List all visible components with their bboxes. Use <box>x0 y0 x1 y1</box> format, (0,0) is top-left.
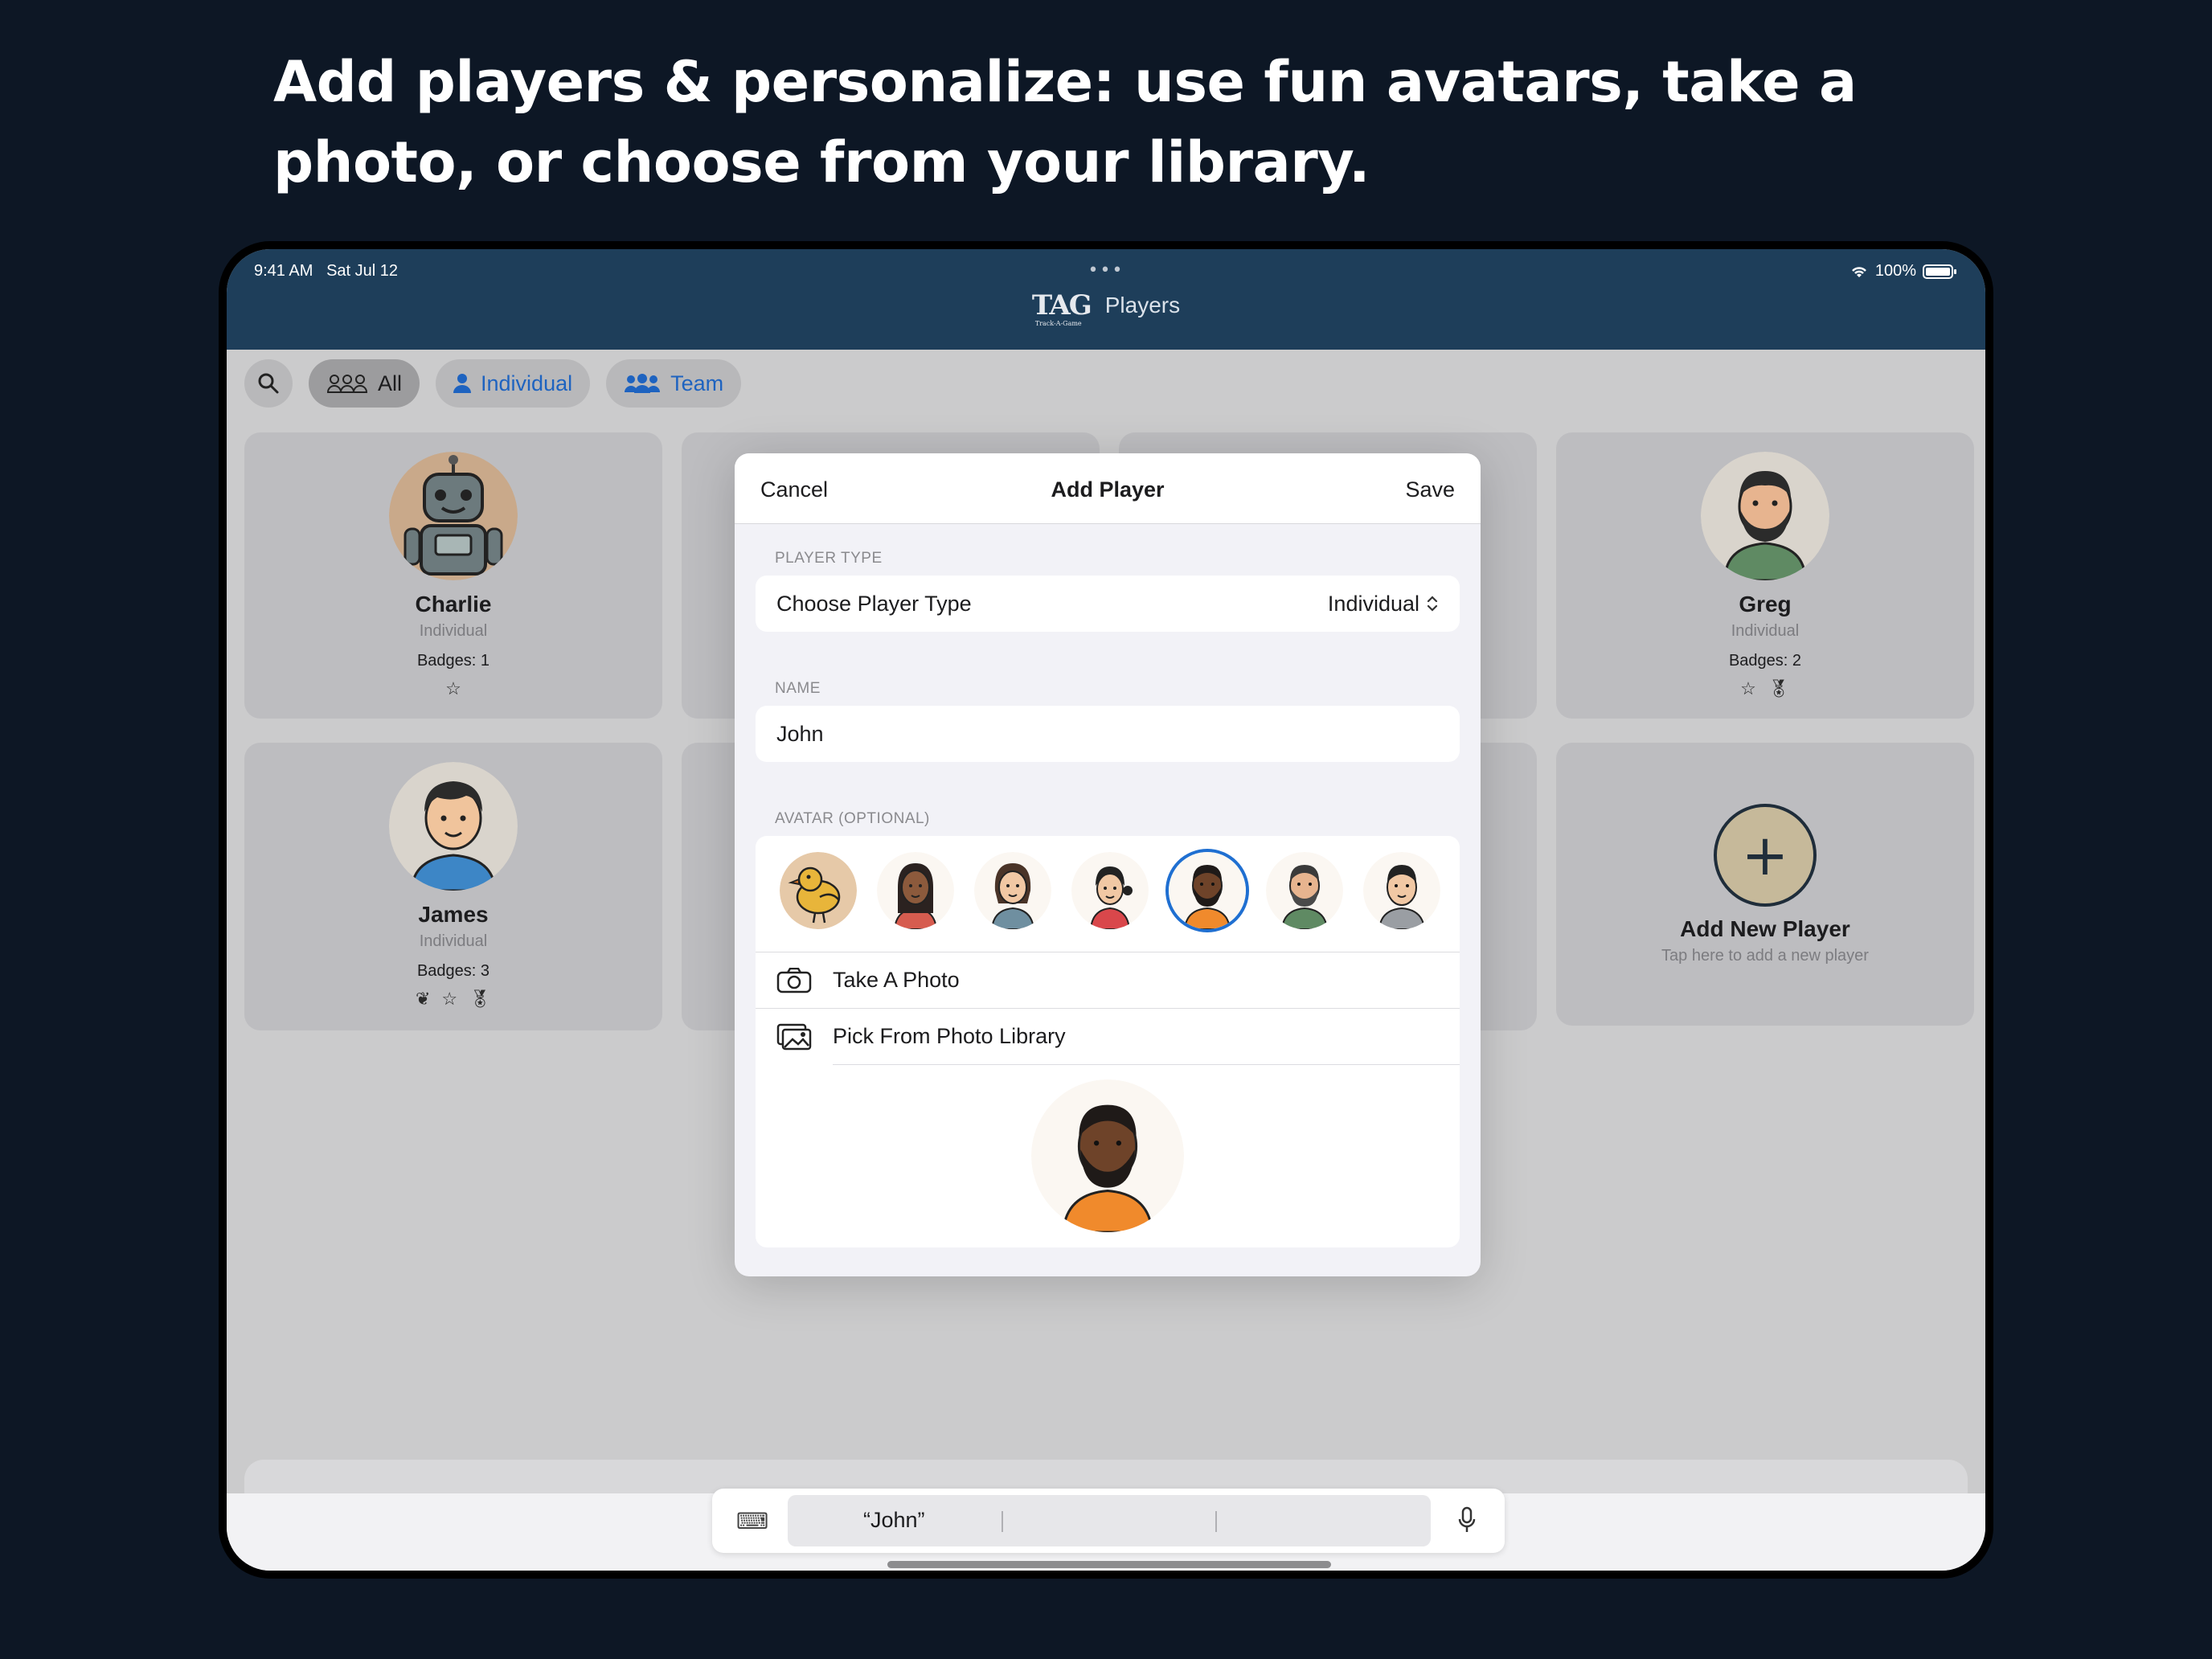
modal-header: Cancel Add Player Save <box>735 453 1481 524</box>
player-type: Individual <box>419 932 488 950</box>
add-player-subtitle: Tap here to add a new player <box>1661 947 1869 965</box>
player-name: Charlie <box>415 592 492 616</box>
player-type-group: Choose Player Type Individual <box>756 576 1460 632</box>
player-card[interactable]: Greg Individual Badges: 2 ☆ 🏅︎ <box>1556 432 1974 719</box>
microphone-icon[interactable] <box>1458 1506 1476 1534</box>
add-player-modal: Cancel Add Player Save PLAYER TYPE Choos… <box>735 453 1481 1276</box>
player-badges: Badges: 1 <box>416 652 490 670</box>
half-star-badge-icon: ☆ <box>1740 678 1756 698</box>
player-type: Individual <box>419 622 488 640</box>
ipad-frame: 9:41 AM Sat Jul 12 ••• 100% TAG Track-A-G… <box>219 241 1993 1579</box>
status-indicators: 100% <box>1849 262 1956 281</box>
chevron-up-down-icon <box>1427 596 1438 612</box>
avatar-header: AVATAR (OPTIONAL) <box>775 810 930 827</box>
battery-percent: 100% <box>1874 262 1916 280</box>
player-badges: Badges: 3 <box>416 962 490 980</box>
bearded-man-avatar-icon <box>1701 452 1829 580</box>
player-card[interactable]: Charlie Individual Badges: 1 ☆ <box>244 432 662 719</box>
avatar <box>389 762 518 891</box>
avatar <box>1701 452 1829 580</box>
avatar-group: Take A Photo Pick From Photo Library <box>756 836 1460 1247</box>
avatar-option-man-beard-selected[interactable] <box>1169 852 1246 929</box>
avatar-option-man-gray-beard[interactable] <box>1266 852 1343 929</box>
player-type-label: Choose Player Type <box>776 591 972 616</box>
bearded-man-avatar-icon <box>1266 852 1343 929</box>
wifi-icon <box>1851 266 1866 277</box>
home-indicator[interactable] <box>887 1561 1331 1568</box>
pick-library-row[interactable]: Pick From Photo Library <box>756 1008 1460 1064</box>
player-name: James <box>418 902 489 927</box>
bird-avatar-icon <box>780 852 857 929</box>
filter-bar: All Individual Team <box>244 359 742 408</box>
filter-individual[interactable]: Individual <box>436 359 591 408</box>
man-avatar-icon <box>1363 852 1440 929</box>
save-button[interactable]: Save <box>1405 477 1455 502</box>
pick-library-label: Pick From Photo Library <box>833 1024 1066 1048</box>
player-badges: Badges: 2 <box>1728 652 1802 670</box>
add-new-player-card[interactable]: + Add New Player Tap here to add a new p… <box>1556 743 1974 1026</box>
boy-avatar-icon <box>389 762 518 891</box>
name-header: NAME <box>775 680 821 697</box>
headline: Add players & personalize: use fun avata… <box>273 49 1857 195</box>
page-title: Players <box>1104 293 1181 317</box>
name-group: John <box>756 706 1460 762</box>
suggestion-item[interactable]: “John” <box>863 1508 925 1533</box>
app-logo: TAG Track-A-Game <box>1031 289 1092 327</box>
avatar-picker <box>756 836 1460 952</box>
keyboard-suggestion-bar: ⌨ “John” <box>712 1489 1505 1553</box>
avatar-option-girl[interactable] <box>1071 852 1149 929</box>
take-photo-label: Take A Photo <box>833 968 960 992</box>
avatar-option-woman-light[interactable] <box>974 852 1051 929</box>
multitasking-dots-icon[interactable]: ••• <box>1088 260 1124 281</box>
avatar-option-bird[interactable] <box>780 852 857 929</box>
player-type-picker[interactable]: Choose Player Type Individual <box>756 576 1460 632</box>
suggestion-strip: “John” <box>788 1495 1431 1546</box>
battery-icon <box>1923 264 1956 279</box>
search-icon <box>258 373 279 394</box>
medal-badge-icon: 🏅︎ <box>1767 678 1790 698</box>
girl-avatar-icon <box>1071 852 1149 929</box>
team-icon <box>625 374 661 393</box>
app-screen: 9:41 AM Sat Jul 12 ••• 100% TAG Track-A-G… <box>227 249 1985 1571</box>
player-name: Greg <box>1739 592 1792 616</box>
keyboard-icon[interactable]: ⌨ <box>736 1508 768 1534</box>
player-type: Individual <box>1731 622 1800 640</box>
player-type-header: PLAYER TYPE <box>775 550 883 567</box>
half-star-badge-icon: ☆ <box>441 989 458 1009</box>
filter-team[interactable]: Team <box>606 359 742 408</box>
filter-all[interactable]: All <box>309 359 420 408</box>
photo-library-icon <box>776 1023 812 1050</box>
modal-title: Add Player <box>1051 477 1165 502</box>
player-card[interactable]: James Individual Badges: 3 ❦ ☆ 🏅︎ <box>244 743 662 1030</box>
player-type-value: Individual <box>1327 591 1419 616</box>
selected-avatar-preview <box>1031 1079 1184 1232</box>
name-field[interactable]: John <box>756 706 1460 762</box>
plus-icon: + <box>1714 804 1817 907</box>
add-player-title: Add New Player <box>1680 916 1850 941</box>
bearded-man-avatar-icon <box>1031 1079 1184 1232</box>
avatar-option-woman-dark[interactable] <box>877 852 954 929</box>
half-star-badge-icon: ☆ <box>445 678 461 698</box>
woman-avatar-icon <box>877 852 954 929</box>
medal-badge-icon: 🏅︎ <box>469 989 492 1009</box>
camera-icon <box>776 967 812 993</box>
robot-avatar-icon <box>389 452 518 580</box>
person-icon <box>453 374 472 393</box>
people-outline-icon <box>326 375 368 393</box>
navigation-bar: 9:41 AM Sat Jul 12 ••• 100% TAG Track-A-G… <box>227 249 1985 350</box>
woman-avatar-icon <box>974 852 1051 929</box>
take-photo-row[interactable]: Take A Photo <box>756 952 1460 1008</box>
leaf-badge-icon: ❦ <box>415 989 431 1009</box>
avatar-option-man[interactable] <box>1363 852 1440 929</box>
bearded-man-avatar-icon <box>1169 852 1246 929</box>
status-time: 9:41 AM Sat Jul 12 <box>254 262 399 280</box>
avatar <box>389 452 518 580</box>
search-button[interactable] <box>244 359 293 408</box>
